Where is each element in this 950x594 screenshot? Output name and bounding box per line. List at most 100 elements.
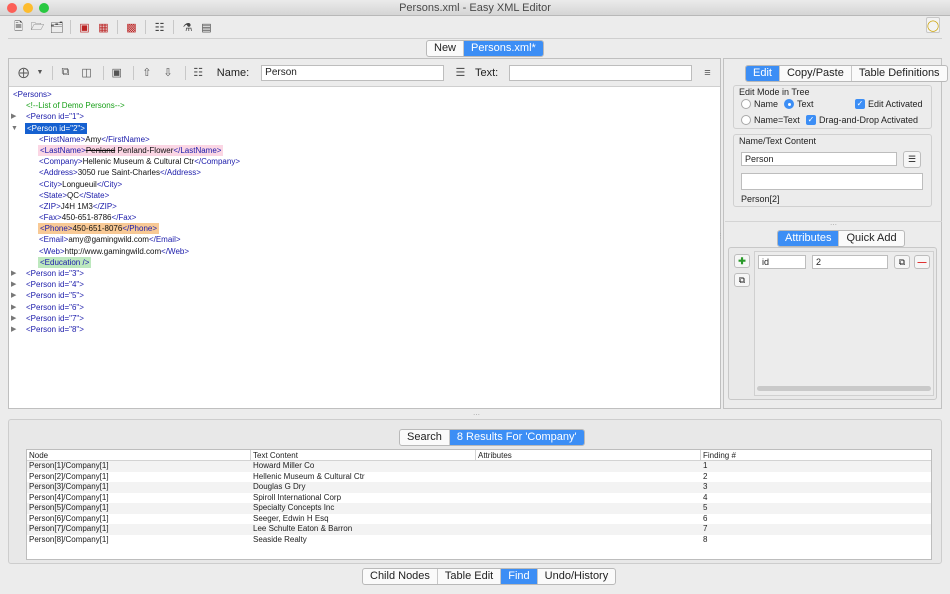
tree-node[interactable]: <Persons> <box>9 89 720 100</box>
open-folder-icon[interactable]: 🗁 <box>29 19 46 36</box>
tab-undo-history[interactable]: Undo/History <box>538 569 616 584</box>
open-recent-icon[interactable]: 🗂 <box>48 19 65 36</box>
tree-node[interactable]: <Phone>450-651-8076</Phone> <box>9 223 720 235</box>
save-icon[interactable]: ▣ <box>76 19 93 36</box>
list-icon[interactable]: ☰ <box>903 151 921 168</box>
node-text-input[interactable] <box>741 173 923 190</box>
horizontal-scrollbar[interactable] <box>757 386 931 391</box>
tree-node[interactable]: <Company>Hellenic Museum & Cultural Ctr<… <box>9 156 720 167</box>
expand-arrow-icon[interactable]: ▶ <box>11 279 21 290</box>
tree-node[interactable]: <State>QC</State> <box>9 190 720 201</box>
tree-node[interactable]: <!--List of Demo Persons--> <box>9 100 720 111</box>
column-header-attributes[interactable]: Attributes <box>476 450 701 460</box>
tab-table-edit[interactable]: Table Edit <box>438 569 502 584</box>
table-row[interactable]: Person[8]/Company[1] Seaside Realty 8 <box>27 535 931 546</box>
tree-node[interactable]: ▶ <Person id="4"> <box>9 279 720 290</box>
zoom-window-button[interactable] <box>39 3 49 13</box>
expand-arrow-icon[interactable]: ▶ <box>11 111 21 122</box>
export-icon[interactable]: ▩ <box>123 19 140 36</box>
column-header-node[interactable]: Node <box>27 450 251 460</box>
drag-drop-checkbox[interactable]: ✓ Drag-and-Drop Activated <box>806 115 918 125</box>
sort-icon[interactable]: ☷ <box>190 65 207 81</box>
tree-node[interactable]: <City>Longueuil</City> <box>9 179 720 190</box>
name-input[interactable]: Person <box>261 64 444 81</box>
paste-icon[interactable]: ◫ <box>78 65 95 81</box>
node-name-input[interactable]: Person <box>741 152 897 166</box>
table-row[interactable]: Person[4]/Company[1] Spiroll Internationa… <box>27 493 931 504</box>
align-icon[interactable]: ≡ <box>699 65 716 81</box>
tree-node[interactable]: ▶ <Person id="1"> <box>9 111 720 122</box>
copy-icon[interactable]: ⧉ <box>57 65 74 81</box>
edit-activated-checkbox[interactable]: ✓ Edit Activated <box>855 99 923 109</box>
tree-node[interactable]: ▶ <Person id="6"> <box>9 302 720 313</box>
tree-node[interactable]: <FirstName>Amy</FirstName> <box>9 134 720 145</box>
xml-tree[interactable]: <Persons> <!--List of Demo Persons--> ▶ <… <box>9 88 720 408</box>
tree-node[interactable]: <Address>3050 rue Saint-Charles</Address… <box>9 167 720 178</box>
tree-node[interactable]: <ZIP>J4H 1M3</ZIP> <box>9 201 720 212</box>
table-row[interactable]: Person[3]/Company[1] Douglas G Dry 3 <box>27 482 931 493</box>
save-all-icon[interactable]: ▦ <box>95 19 112 36</box>
tab-quick-add[interactable]: Quick Add <box>839 231 903 246</box>
radio-text[interactable]: Text <box>784 99 814 109</box>
attribute-name-input[interactable]: id <box>758 255 806 269</box>
expand-arrow-icon[interactable]: ▶ <box>11 268 21 279</box>
tab-search[interactable]: Search <box>400 430 450 445</box>
lightbulb-icon[interactable]: ◯ <box>926 17 940 33</box>
copy-attribute-icon[interactable]: ⧉ <box>894 255 910 269</box>
table-row[interactable]: Person[6]/Company[1] Seeger, Edwin H Esq 6 <box>27 514 931 525</box>
tab-new[interactable]: New <box>427 41 465 56</box>
tab-attributes[interactable]: Attributes <box>778 231 840 246</box>
delete-icon[interactable]: ▣ <box>108 65 125 81</box>
expand-arrow-icon[interactable]: ▶ <box>11 302 21 313</box>
tab-results[interactable]: 8 Results For 'Company' <box>449 430 584 445</box>
radio-name-text[interactable]: Name=Text <box>741 115 800 125</box>
column-header-text-content[interactable]: Text Content <box>251 450 476 460</box>
tab-copy-paste[interactable]: Copy/Paste <box>780 66 852 81</box>
table-row[interactable]: Person[2]/Company[1] Hellenic Museum & Cu… <box>27 472 931 483</box>
close-window-button[interactable] <box>7 3 17 13</box>
tree-node[interactable]: <Education /> <box>9 256 720 269</box>
dropdown-arrow-icon[interactable]: ▼ <box>36 65 44 81</box>
copy-attributes-icon[interactable]: ⧉ <box>734 273 750 287</box>
column-header-finding[interactable]: Finding # <box>701 450 931 460</box>
add-attribute-icon[interactable]: ✚ <box>734 254 750 268</box>
attribute-value-input[interactable]: 2 <box>812 255 888 269</box>
tree-node[interactable]: <Fax>450-651-8786</Fax> <box>9 212 720 223</box>
new-file-icon[interactable]: 🗎 <box>10 19 27 36</box>
tree-node[interactable]: ▶ <Person id="7"> <box>9 313 720 324</box>
table-row[interactable]: Person[7]/Company[1] Lee Schulte Eaton & … <box>27 524 931 535</box>
move-up-icon[interactable]: ⇧ <box>138 65 155 81</box>
list-icon[interactable]: ☰ <box>452 65 469 81</box>
tree-node[interactable]: <Email>amy@gamingwild.com</Email> <box>9 234 720 245</box>
minimize-window-button[interactable] <box>23 3 33 13</box>
validate-icon[interactable]: ⚗ <box>179 19 196 36</box>
remove-attribute-icon[interactable]: — <box>914 255 930 269</box>
tree-node[interactable]: ▶ <Person id="8"> <box>9 324 720 335</box>
table-row[interactable]: Person[1]/Company[1] Howard Miller Co 1 <box>27 461 931 472</box>
tree-node[interactable]: ▶ <Person id="5"> <box>9 290 720 301</box>
tree-node[interactable]: ▶ <Person id="3"> <box>9 268 720 279</box>
tab-child-nodes[interactable]: Child Nodes <box>363 569 438 584</box>
tab-find[interactable]: Find <box>501 569 538 584</box>
tree-node[interactable]: <Web>http://www.gamingwild.com</Web> <box>9 246 720 257</box>
text-input[interactable] <box>509 64 692 81</box>
tree-node[interactable]: <LastName>Penland Penland-Flower</LastNa… <box>9 144 720 157</box>
add-node-icon[interactable]: ⨁ <box>15 65 32 81</box>
move-down-icon[interactable]: ⇩ <box>159 65 176 81</box>
table-row[interactable]: Person[5]/Company[1] Specialty Concepts I… <box>27 503 931 514</box>
tab-edit[interactable]: Edit <box>746 66 780 81</box>
horizontal-splitter-handle[interactable]: ⋯ <box>473 411 480 419</box>
right-splitter-handle[interactable]: ⋯ <box>830 221 837 229</box>
collapse-arrow-icon[interactable]: ▼ <box>11 123 21 134</box>
tree-node-selected[interactable]: ▼ <Person id="2"> <box>9 122 720 134</box>
expand-arrow-icon[interactable]: ▶ <box>11 313 21 324</box>
expand-arrow-icon[interactable]: ▶ <box>11 290 21 301</box>
table-cell <box>476 482 701 493</box>
document-icon[interactable]: ▤ <box>198 19 215 36</box>
expand-arrow-icon[interactable]: ▶ <box>11 324 21 335</box>
radio-name[interactable]: Name <box>741 99 778 109</box>
tab-persons-xml[interactable]: Persons.xml* <box>464 41 543 56</box>
tree-icon[interactable]: ☷ <box>151 19 168 36</box>
tab-table-definitions[interactable]: Table Definitions <box>852 66 947 81</box>
checkmark-icon: ✓ <box>806 115 816 125</box>
